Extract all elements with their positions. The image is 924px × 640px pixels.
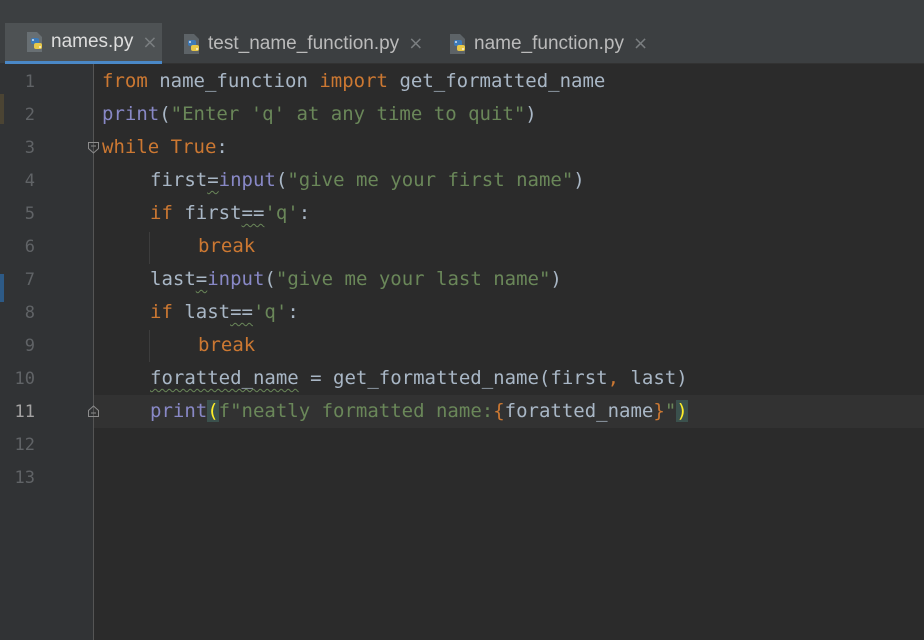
code-line-3[interactable]: while True: (102, 131, 228, 164)
fstring-literal: f"neatly formatted name: (218, 400, 494, 422)
code-line-8[interactable]: if last=='q': (150, 296, 299, 329)
tab-label: test_name_function.py (208, 32, 400, 54)
tab-test-name-function-py[interactable]: test_name_function.py × (162, 23, 432, 64)
code-line-6[interactable]: break (198, 230, 255, 263)
keyword-break: break (198, 235, 256, 257)
code-line-11[interactable]: print(f"neatly formatted name:{foratted_… (150, 395, 688, 428)
string-literal: 'q' (264, 202, 299, 224)
close-icon[interactable]: × (408, 33, 423, 54)
variable-first: first (150, 169, 208, 191)
editor-tab-bar: names.py × test_name_function.py × name_… (0, 23, 924, 64)
variable-last: last (172, 301, 231, 323)
colon: : (216, 136, 228, 158)
operator-equals: == (241, 202, 265, 224)
operator-assign: = (195, 268, 208, 290)
line-number: 1 (24, 72, 35, 92)
builtin-print: print (150, 400, 208, 422)
fstring-brace: } (653, 400, 665, 422)
code-line-4[interactable]: first=input("give me your first name") (150, 164, 585, 197)
colon: : (298, 202, 311, 224)
string-literal: "give me your last name" (275, 268, 551, 290)
line-number: 7 (24, 270, 35, 290)
variable-first: first (172, 202, 242, 224)
tab-label: name_function.py (474, 32, 624, 54)
code-line-5[interactable]: if first=='q': (150, 197, 310, 230)
close-icon[interactable]: × (142, 32, 157, 53)
python-file-icon (27, 32, 42, 52)
comma: , (607, 367, 620, 389)
fold-collapse-icon[interactable] (87, 141, 100, 154)
code-line-10[interactable]: foratted_name = get_formatted_name(first… (150, 362, 688, 395)
line-number: 6 (24, 237, 35, 257)
title-bar (0, 0, 924, 24)
variable-last: last (150, 268, 196, 290)
paren: ( (275, 169, 288, 191)
tab-names-py[interactable]: names.py × (5, 23, 162, 64)
string-literal: 'q' (252, 301, 288, 323)
string-literal: "give me your first name" (287, 169, 574, 191)
keyword-true: True (170, 136, 217, 158)
paren: ( (159, 103, 171, 125)
line-number: 5 (24, 204, 35, 224)
code-line-1[interactable]: from name_function import get_formatted_… (102, 65, 605, 98)
code-line-7[interactable]: last=input("give me your last name") (150, 263, 562, 296)
fstring-expression: foratted_name (504, 400, 654, 422)
keyword-import: import (319, 70, 388, 92)
tab-name-function-py[interactable]: name_function.py × (428, 23, 658, 64)
paren: ( (264, 268, 276, 290)
line-number: 8 (24, 303, 35, 323)
matched-paren: ) (676, 400, 688, 422)
variable-foratted-name: foratted_name (150, 367, 299, 389)
fstring-literal-end: " (664, 400, 677, 422)
keyword-while: while (102, 136, 160, 158)
fold-end-icon[interactable] (87, 405, 100, 418)
matched-paren: ( (207, 400, 219, 422)
python-file-icon (184, 33, 199, 54)
keyword-from: from (102, 70, 148, 92)
builtin-input: input (218, 169, 276, 191)
code-line-9[interactable]: break (198, 329, 255, 362)
call-expression-end: last) (619, 367, 688, 389)
line-number: 10 (14, 369, 35, 389)
keyword-if: if (150, 301, 173, 323)
indent-guide (149, 232, 150, 264)
builtin-input: input (207, 268, 265, 290)
keyword-if: if (150, 202, 173, 224)
code-line-2[interactable]: print("Enter 'q' at any time to quit") (102, 98, 537, 131)
paren: ) (525, 103, 537, 125)
python-file-icon (450, 33, 465, 54)
fstring-brace: { (493, 400, 505, 422)
keyword-break: break (198, 334, 256, 356)
operator-assign: = (207, 169, 219, 191)
line-number: 2 (24, 105, 35, 125)
builtin-print: print (102, 103, 160, 125)
imported-name: get_formatted_name (388, 70, 606, 92)
line-number: 13 (14, 468, 35, 488)
string-literal: "Enter 'q' at any time to quit" (170, 103, 526, 125)
line-number: 11 (14, 402, 35, 422)
paren: ) (550, 268, 562, 290)
operator-equals: == (230, 301, 253, 323)
tab-label: names.py (51, 31, 134, 52)
line-number: 3 (24, 138, 35, 158)
close-icon[interactable]: × (633, 33, 648, 54)
indent-guide (149, 330, 150, 362)
paren: ) (573, 169, 585, 191)
line-number: 12 (14, 435, 35, 455)
colon: : (287, 301, 299, 323)
call-expression: = get_formatted_name(first (298, 367, 608, 389)
line-number: 9 (24, 336, 35, 356)
line-numbers: 1 2 3 4 5 6 7 8 9 10 11 12 13 (0, 64, 94, 640)
module-name: name_function (147, 70, 320, 92)
line-number: 4 (24, 171, 35, 191)
